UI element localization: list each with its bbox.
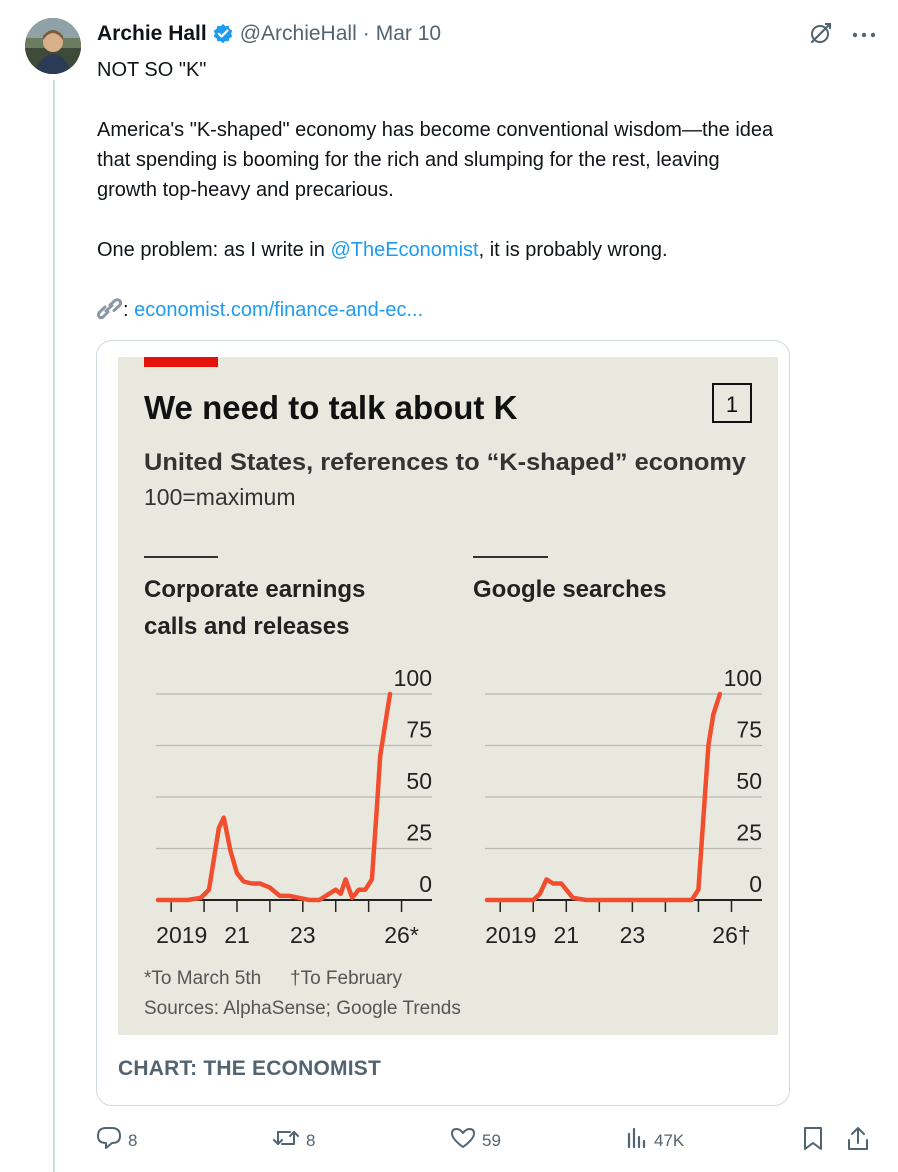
header-separator: · xyxy=(362,22,370,45)
y-tick-label: 25 xyxy=(406,820,432,846)
grok-icon[interactable] xyxy=(808,20,834,51)
card-caption: CHART: THE ECONOMIST xyxy=(118,1057,381,1080)
like-count: 59 xyxy=(482,1130,501,1150)
x-tick-label: 21 xyxy=(553,922,579,948)
mention-link[interactable]: @TheEconomist xyxy=(330,239,478,261)
y-tick-label: 75 xyxy=(736,717,762,743)
x-tick-label: 2019 xyxy=(156,922,207,948)
heart-icon xyxy=(450,1126,482,1155)
panel-title-left-1: Corporate earnings xyxy=(144,576,365,603)
tweet-link-line: : economist.com/finance-and-ec... xyxy=(97,295,877,325)
like-button[interactable]: 59 xyxy=(450,1126,501,1155)
reply-button[interactable]: 8 xyxy=(96,1126,137,1155)
panel-title-right: Google searches xyxy=(473,576,666,603)
more-options-icon[interactable] xyxy=(852,27,876,45)
chart-footnote-b: †To February xyxy=(290,968,402,989)
chart-panel-earnings: 100 75 50 25 0 2019 21 23 26* xyxy=(155,665,432,948)
tweet-date[interactable]: Mar 10 xyxy=(376,22,441,46)
chart-footnote-a: *To March 5th xyxy=(144,968,261,989)
chart-sources: Sources: AlphaSense; Google Trends xyxy=(144,998,461,1019)
tweet-line: America's "K-shaped" economy has become … xyxy=(97,119,774,141)
y-tick-label: 50 xyxy=(406,768,432,794)
thread-line xyxy=(53,80,55,1172)
share-icon xyxy=(846,1126,876,1157)
tweet-line: that spending is booming for the rich an… xyxy=(97,149,720,171)
chart-number: 1 xyxy=(726,392,738,417)
share-button[interactable] xyxy=(846,1126,876,1157)
avatar-photo xyxy=(25,18,81,74)
y-tick-label: 50 xyxy=(736,768,762,794)
y-tick-label: 25 xyxy=(736,820,762,846)
x-tick-label: 21 xyxy=(224,922,250,948)
chart-units: 100=maximum xyxy=(144,484,295,510)
repost-button[interactable]: 8 xyxy=(272,1126,315,1155)
reply-count: 8 xyxy=(128,1130,138,1150)
analytics-icon xyxy=(626,1126,654,1155)
views-count: 47K xyxy=(654,1130,685,1150)
author-name[interactable]: Archie Hall xyxy=(97,22,207,46)
x-tick-label: 23 xyxy=(290,922,316,948)
tweet-body: NOT SO "K" America's "K-shaped" economy … xyxy=(97,55,877,325)
text-fragment: , it is probably wrong. xyxy=(478,239,668,261)
tweet-actions: 8 8 59 47K xyxy=(0,1126,898,1156)
y-tick-label: 75 xyxy=(406,717,432,743)
tweet-top-actions xyxy=(808,20,876,51)
media-card[interactable]: We need to talk about K 1 United States,… xyxy=(96,340,790,1106)
reply-icon xyxy=(96,1126,128,1155)
panel-title-left-2: calls and releases xyxy=(144,613,349,640)
x-tick-label: 2019 xyxy=(485,922,536,948)
link-colon: : xyxy=(123,299,129,321)
y-tick-label: 0 xyxy=(419,871,432,897)
tweet-header: Archie Hall @ArchieHall · Mar 10 xyxy=(97,20,441,48)
chart-image: We need to talk about K 1 United States,… xyxy=(118,357,778,1035)
y-tick-label: 100 xyxy=(394,665,432,691)
chart-svg: We need to talk about K 1 United States,… xyxy=(144,357,762,1019)
y-tick-label: 100 xyxy=(724,665,762,691)
tweet-headline: NOT SO "K" xyxy=(97,59,207,81)
link-emoji-icon xyxy=(97,298,123,321)
tweet-line: One problem: as I write in @TheEconomist… xyxy=(97,235,877,265)
author-handle[interactable]: @ArchieHall xyxy=(240,22,357,46)
y-tick-label: 0 xyxy=(749,871,762,897)
bookmark-icon xyxy=(802,1126,830,1157)
views-button[interactable]: 47K xyxy=(626,1126,684,1155)
repost-icon xyxy=(272,1126,306,1155)
x-tick-label: 23 xyxy=(620,922,646,948)
x-tick-label: 26* xyxy=(384,922,419,948)
chart-title: We need to talk about K xyxy=(144,389,518,426)
chart-panel-google: 100 75 50 25 0 2019 21 23 26† xyxy=(484,665,762,948)
x-tick-label: 26† xyxy=(712,922,750,948)
text-fragment: One problem: as I write in xyxy=(97,239,331,261)
chart-subtitle: United States, references to “K-shaped” … xyxy=(144,449,747,476)
bookmark-button[interactable] xyxy=(802,1126,830,1157)
repost-count: 8 xyxy=(306,1130,316,1150)
tweet-line: growth top-heavy and precarious. xyxy=(97,179,394,201)
avatar[interactable] xyxy=(25,18,81,74)
verified-badge-icon xyxy=(212,23,234,45)
economist-red-tab xyxy=(144,357,218,367)
article-link[interactable]: economist.com/finance-and-ec... xyxy=(134,299,423,321)
